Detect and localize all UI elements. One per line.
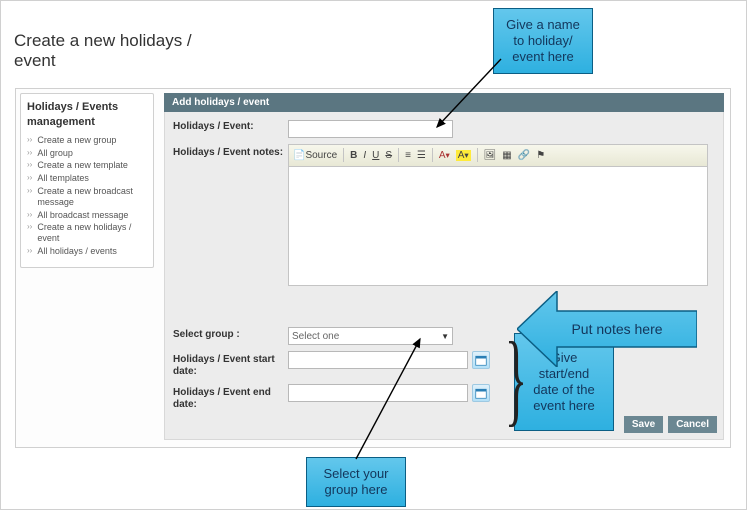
callout-name: Give a name to holiday/ event here: [493, 8, 593, 74]
start-date-label: Holidays / Event start date:: [173, 351, 288, 378]
sidebar-item-all-group[interactable]: ›› All group: [27, 148, 147, 159]
chevron-right-icon: ››: [27, 135, 32, 145]
chevron-right-icon: ››: [27, 222, 32, 232]
button-row: Save Cancel: [624, 416, 717, 433]
form-body: Holidays / Event: Holidays / Event notes…: [164, 112, 724, 440]
image-button[interactable]: 🖼: [484, 150, 497, 161]
cancel-button[interactable]: Cancel: [668, 416, 717, 433]
event-name-label: Holidays / Event:: [173, 118, 288, 133]
toolbar-divider: [398, 148, 399, 162]
chevron-right-icon: ››: [27, 173, 32, 183]
form-header: Add holidays / event: [164, 93, 724, 112]
chevron-right-icon: ››: [27, 186, 32, 196]
select-group-label: Select group :: [173, 326, 288, 341]
sidebar-item-label: All templates: [37, 173, 89, 184]
calendar-icon[interactable]: [472, 384, 490, 402]
bullet-list-button[interactable]: ☰: [417, 150, 426, 161]
calendar-icon[interactable]: [472, 351, 490, 369]
link-button[interactable]: 🔗: [518, 150, 530, 161]
sidebar: Holidays / Events management ›› Create a …: [20, 93, 154, 268]
bold-button[interactable]: B: [350, 150, 357, 161]
italic-button[interactable]: I: [363, 150, 366, 161]
callout-notes-arrow: Put notes here: [517, 291, 697, 367]
sidebar-item-create-holiday[interactable]: ›› Create a new holidays / event: [27, 222, 147, 244]
notes-input[interactable]: [289, 167, 707, 285]
chevron-right-icon: ››: [27, 210, 32, 220]
bg-color-button[interactable]: A▾: [456, 150, 471, 161]
toolbar-divider: [343, 148, 344, 162]
sidebar-item-all-broadcast[interactable]: ›› All broadcast message: [27, 210, 147, 221]
toolbar-divider: [432, 148, 433, 162]
toolbar-divider: [477, 148, 478, 162]
editor-toolbar: 📄 Source B I U S ≡ ☰ A▾: [289, 145, 707, 167]
underline-button[interactable]: U: [372, 150, 379, 161]
numbered-list-button[interactable]: ≡: [405, 150, 411, 161]
text-color-button[interactable]: A▾: [439, 150, 450, 161]
sidebar-item-label: Create a new broadcast message: [37, 186, 147, 208]
sidebar-item-label: Create a new group: [37, 135, 116, 146]
rich-text-editor: 📄 Source B I U S ≡ ☰ A▾: [288, 144, 708, 286]
sidebar-item-all-templates[interactable]: ›› All templates: [27, 173, 147, 184]
sidebar-item-label: All group: [37, 148, 73, 159]
chevron-right-icon: ››: [27, 246, 32, 256]
chevron-right-icon: ››: [27, 148, 32, 158]
end-date-input[interactable]: [288, 384, 468, 402]
sidebar-item-create-group[interactable]: ›› Create a new group: [27, 135, 147, 146]
callout-notes-text: Put notes here: [571, 321, 662, 337]
chevron-down-icon: ▼: [441, 332, 449, 341]
sidebar-item-label: Create a new template: [37, 160, 128, 171]
curly-brace-icon: }: [505, 327, 527, 431]
sidebar-item-all-holidays[interactable]: ›› All holidays / events: [27, 246, 147, 257]
group-select[interactable]: Select one ▼: [288, 327, 453, 345]
page-title: Create a new holidays / event: [14, 31, 214, 72]
sidebar-item-label: Create a new holidays / event: [37, 222, 147, 244]
source-button[interactable]: 📄 Source: [293, 150, 337, 161]
main-panel: Holidays / Events management ›› Create a …: [15, 88, 731, 448]
source-label: Source: [305, 150, 337, 161]
chevron-right-icon: ››: [27, 160, 32, 170]
flag-button[interactable]: ⚑: [536, 150, 545, 161]
strike-button[interactable]: S: [385, 150, 392, 161]
save-button[interactable]: Save: [624, 416, 663, 433]
group-selected-value: Select one: [292, 331, 339, 342]
sidebar-item-create-broadcast[interactable]: ›› Create a new broadcast message: [27, 186, 147, 208]
end-date-label: Holidays / Event end date:: [173, 384, 288, 411]
event-notes-label: Holidays / Event notes:: [173, 144, 288, 159]
event-name-input[interactable]: [288, 120, 453, 138]
sidebar-item-label: All holidays / events: [37, 246, 117, 257]
sidebar-title: Holidays / Events management: [27, 100, 147, 131]
sidebar-item-create-template[interactable]: ›› Create a new template: [27, 160, 147, 171]
callout-group: Select your group here: [306, 457, 406, 507]
sidebar-item-label: All broadcast message: [37, 210, 128, 221]
start-date-input[interactable]: [288, 351, 468, 369]
main-form: Add holidays / event Holidays / Event: H…: [164, 93, 724, 443]
table-button[interactable]: ▦: [502, 150, 511, 161]
